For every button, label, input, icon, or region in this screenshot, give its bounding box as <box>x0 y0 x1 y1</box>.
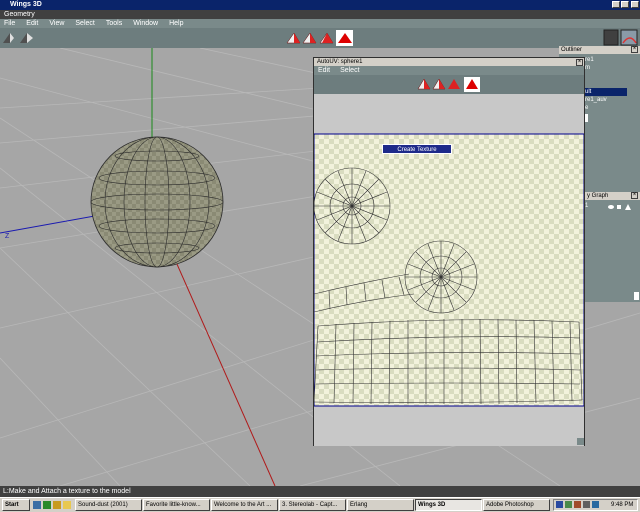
outliner-scroll-stub <box>585 114 588 122</box>
status-bar: L:Make and Attach a texture to the model <box>0 486 640 497</box>
toolbar <box>0 28 640 48</box>
menu-help[interactable]: Help <box>169 19 183 28</box>
camera-icon[interactable] <box>603 29 619 46</box>
z-axis-label: Z <box>5 233 10 240</box>
tray-icon[interactable] <box>574 501 581 508</box>
autouv-title: AutoUV: sphere1 <box>314 58 584 66</box>
outliner-item[interactable]: re1 <box>585 56 640 64</box>
media-icon[interactable] <box>53 501 61 509</box>
system-tray: 9:48 PM <box>553 499 638 511</box>
autouv-menu-bar: Edit Select <box>314 66 584 75</box>
mode-label: Geometry <box>4 11 35 18</box>
face-mode-icon[interactable] <box>319 32 334 44</box>
uv-edge-mode-icon[interactable] <box>432 78 446 90</box>
network-icon[interactable] <box>592 501 599 508</box>
task-item[interactable]: Adobe Photoshop <box>483 499 550 511</box>
outliner-item[interactable]: e <box>585 104 640 112</box>
task-item[interactable]: Welcome to the Art ... <box>211 499 278 511</box>
folder-icon[interactable] <box>63 501 71 509</box>
edge-mode-icon[interactable] <box>302 32 317 44</box>
task-item[interactable]: 3. Stereolab - Capt... <box>279 499 346 511</box>
body-mode-icon[interactable] <box>336 30 353 46</box>
tray-icon[interactable] <box>565 501 572 508</box>
create-texture-button[interactable]: Create Texture <box>382 144 452 154</box>
menu-edit[interactable]: Edit <box>26 19 38 28</box>
menu-bar: File Edit View Select Tools Window Help <box>0 19 640 28</box>
outliner-title: Outliner <box>559 46 640 54</box>
sphere-model[interactable] <box>90 136 224 268</box>
smooth-preview-icon[interactable] <box>3 33 14 43</box>
close-button[interactable] <box>631 1 639 8</box>
clock: 9:48 PM <box>611 502 634 508</box>
show-desktop-icon[interactable] <box>33 501 41 509</box>
menu-tools[interactable]: Tools <box>106 19 122 28</box>
outliner-item-selected[interactable]: ult <box>585 88 627 96</box>
minimize-button[interactable] <box>612 1 620 8</box>
resize-grip[interactable] <box>634 292 639 300</box>
autouv-menu-select[interactable]: Select <box>340 67 359 74</box>
maximize-button[interactable] <box>621 1 629 8</box>
uv-vertex-mode-icon[interactable] <box>417 78 431 90</box>
close-icon[interactable]: × <box>631 46 638 53</box>
eye-icon[interactable] <box>608 205 614 209</box>
task-item[interactable]: Favorite little-know... <box>143 499 210 511</box>
uv-body-mode-icon[interactable] <box>464 77 480 92</box>
axes <box>0 48 276 486</box>
graph-item[interactable]: 1 <box>585 203 588 209</box>
taskbar: Start Sound-dust (2001) Favorite little-… <box>0 497 640 512</box>
wireframe-toggle-icon[interactable] <box>20 33 33 43</box>
autouv-menu-edit[interactable]: Edit <box>318 67 330 74</box>
task-item[interactable]: Erlang <box>347 499 414 511</box>
close-icon[interactable]: × <box>631 192 638 199</box>
wire-icon[interactable] <box>625 204 631 210</box>
uv-editor-area[interactable]: Create Texture <box>314 94 584 446</box>
outliner-item[interactable] <box>585 72 640 80</box>
window-title-bar: Wings 3D <box>0 0 640 10</box>
menu-view[interactable]: View <box>49 19 64 28</box>
menu-select[interactable]: Select <box>75 19 94 28</box>
outliner-item[interactable] <box>585 80 640 88</box>
render-icon[interactable] <box>620 29 638 46</box>
volume-icon[interactable] <box>583 501 590 508</box>
lock-icon[interactable] <box>617 205 621 209</box>
outliner-item[interactable]: re1_auv <box>585 96 640 104</box>
mode-bar: Geometry <box>0 10 640 19</box>
task-item-active[interactable]: Wings 3D <box>415 499 482 511</box>
task-item[interactable]: Sound-dust (2001) <box>75 499 142 511</box>
tray-icon[interactable] <box>556 501 563 508</box>
resize-grip[interactable] <box>577 438 584 445</box>
menu-file[interactable]: File <box>4 19 15 28</box>
start-button[interactable]: Start <box>2 499 30 511</box>
uv-island-top-cap[interactable] <box>314 167 391 245</box>
autouv-window[interactable]: AutoUV: sphere1 × Edit Select Create Tex… <box>313 57 585 446</box>
outliner-item[interactable]: m <box>585 64 640 72</box>
geometry-graph-panel: y Graph × 1 <box>585 192 640 302</box>
window-title: Wings 3D <box>10 1 42 8</box>
autouv-toolbar <box>314 75 584 94</box>
explorer-icon[interactable] <box>43 501 51 509</box>
uv-face-mode-icon[interactable] <box>448 79 460 89</box>
status-text: L:Make and Attach a texture to the model <box>3 488 131 495</box>
close-icon[interactable]: × <box>576 59 583 66</box>
menu-window[interactable]: Window <box>133 19 158 28</box>
vertex-mode-icon[interactable] <box>286 32 301 44</box>
